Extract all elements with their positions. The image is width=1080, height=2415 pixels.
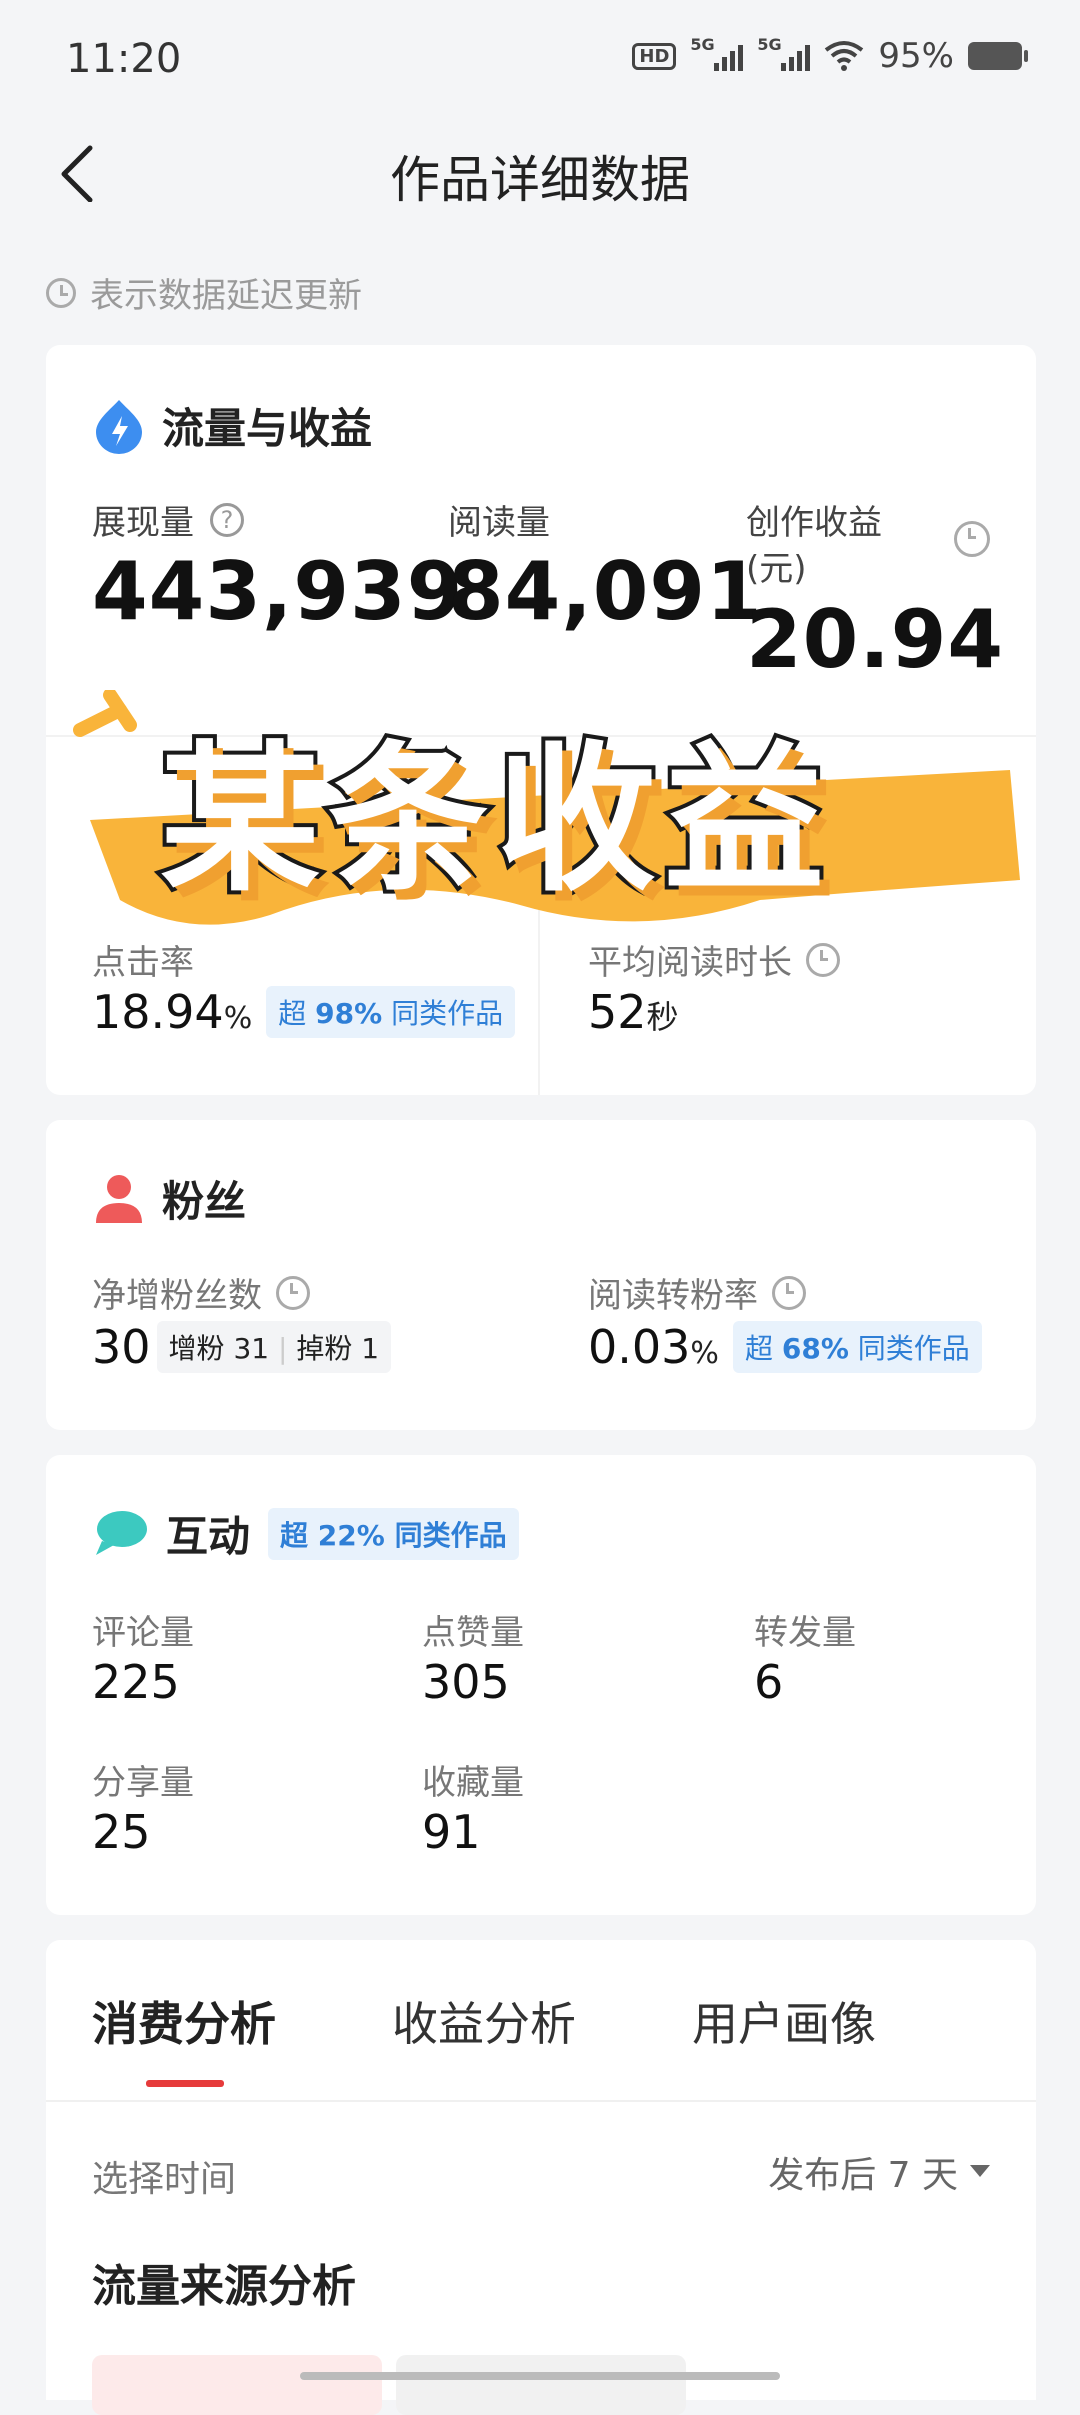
shares-value: 25 bbox=[92, 1805, 151, 1859]
lightning-icon bbox=[96, 399, 142, 454]
net-fans-label-row: 净增粉丝数 bbox=[92, 1268, 310, 1317]
impressions-label: 展现量 bbox=[92, 503, 194, 543]
delay-notice-text: 表示数据延迟更新 bbox=[90, 276, 362, 316]
comments-label: 评论量 bbox=[92, 1613, 194, 1653]
avg-read-row: 52秒 bbox=[588, 985, 679, 1039]
wifi-icon bbox=[825, 41, 864, 71]
time-dropdown-value: 发布后 7 天 bbox=[768, 2155, 958, 2196]
clock-icon bbox=[276, 1275, 310, 1310]
ctr-unit: % bbox=[223, 1001, 253, 1036]
active-tab-indicator bbox=[146, 2080, 224, 2087]
fans-title: 粉丝 bbox=[162, 1177, 247, 1226]
source-chip-2[interactable] bbox=[396, 2355, 686, 2415]
time-select-label: 选择时间 bbox=[92, 2159, 237, 2200]
caret-down-icon bbox=[970, 2165, 990, 2177]
avg-read-value: 52 bbox=[588, 985, 647, 1039]
clock-icon bbox=[46, 277, 76, 308]
conv-label-row: 阅读转粉率 bbox=[588, 1268, 806, 1317]
overlay-text: 某条收益 bbox=[156, 722, 833, 917]
ctr-row: 18.94% 超 98% 同类作品 bbox=[92, 985, 516, 1039]
net-fans-label: 净增粉丝数 bbox=[92, 1276, 262, 1316]
home-indicator[interactable] bbox=[300, 2372, 780, 2380]
fans-card: 粉丝 净增粉丝数 30 增粉 31 | 掉粉 1 阅读转粉率 0.03% 超 6… bbox=[46, 1120, 1036, 1430]
reposts-label: 转发量 bbox=[754, 1613, 856, 1653]
status-bar: 11:20 HD 5G 5G 95% bbox=[0, 0, 1080, 120]
comments-value: 225 bbox=[92, 1655, 180, 1709]
net-fans-value: 30 bbox=[92, 1320, 151, 1374]
traffic-header: 流量与收益 bbox=[94, 395, 372, 456]
reads-value: 84,091 bbox=[448, 545, 763, 638]
shares-label: 分享量 bbox=[92, 1763, 194, 1803]
help-icon[interactable]: ? bbox=[210, 502, 244, 537]
ctr-value: 18.94 bbox=[92, 985, 224, 1039]
impressions-label-row: 展现量 ? bbox=[92, 495, 244, 544]
interaction-header: 互动 超 22% 同类作品 bbox=[94, 1503, 519, 1564]
interaction-title: 互动 bbox=[166, 1512, 251, 1561]
hd-icon: HD bbox=[632, 42, 677, 70]
tab-earnings[interactable]: 收益分析 bbox=[392, 1988, 576, 2054]
impressions-value: 443,939 bbox=[92, 545, 464, 638]
source-chip-1[interactable] bbox=[92, 2355, 382, 2415]
earnings-unit: (元) bbox=[746, 549, 807, 589]
conv-value: 0.03 bbox=[588, 1320, 691, 1374]
interaction-card: 互动 超 22% 同类作品 评论量 225 点赞量 305 转发量 6 分享量 … bbox=[46, 1455, 1036, 1915]
analysis-card: 消费分析 收益分析 用户画像 选择时间 发布后 7 天 流量来源分析 bbox=[46, 1940, 1036, 2415]
conv-badge: 超 68% 同类作品 bbox=[732, 1321, 982, 1373]
person-icon bbox=[96, 1174, 142, 1223]
fans-header: 粉丝 bbox=[94, 1168, 246, 1229]
avg-read-unit: 秒 bbox=[646, 998, 679, 1036]
page-title: 作品详细数据 bbox=[390, 151, 690, 209]
tab-user-profile[interactable]: 用户画像 bbox=[692, 1988, 876, 2054]
battery-percent: 95% bbox=[878, 36, 954, 76]
reads-label: 阅读量 bbox=[448, 503, 550, 543]
conv-unit: % bbox=[690, 1336, 719, 1371]
conv-label: 阅读转粉率 bbox=[588, 1276, 758, 1316]
likes-value: 305 bbox=[422, 1655, 510, 1709]
favorites-label: 收藏量 bbox=[422, 1763, 524, 1803]
tab-consumption[interactable]: 消费分析 bbox=[92, 1988, 276, 2054]
signal-icon-2: 5G bbox=[757, 35, 811, 71]
signal-icon: 5G bbox=[690, 35, 744, 71]
chat-bubble-icon bbox=[96, 1510, 147, 1555]
favorites-value: 91 bbox=[422, 1805, 481, 1859]
traffic-title: 流量与收益 bbox=[162, 404, 373, 453]
battery-icon bbox=[968, 42, 1028, 70]
ctr-badge: 超 98% 同类作品 bbox=[266, 986, 516, 1038]
fans-detail: 增粉 31 | 掉粉 1 bbox=[156, 1321, 392, 1373]
overlay-sticker: 某条收益 bbox=[60, 690, 1020, 950]
analysis-tabs: 消费分析 收益分析 用户画像 bbox=[46, 1940, 1036, 2102]
likes-label: 点赞量 bbox=[422, 1613, 524, 1653]
earnings-value: 20.94 bbox=[746, 593, 1005, 686]
conv-row: 0.03% 超 68% 同类作品 bbox=[588, 1320, 982, 1374]
clock-icon bbox=[772, 1275, 806, 1310]
time-dropdown[interactable]: 发布后 7 天 bbox=[768, 2146, 990, 2198]
interaction-badge: 超 22% 同类作品 bbox=[268, 1507, 519, 1560]
nav-bar: 作品详细数据 bbox=[0, 120, 1080, 230]
delay-notice: 表示数据延迟更新 bbox=[46, 268, 362, 317]
net-fans-row: 30 增粉 31 | 掉粉 1 bbox=[92, 1320, 392, 1374]
clock-icon bbox=[954, 521, 990, 557]
earnings-label: 创作收益 bbox=[746, 503, 882, 543]
status-time: 11:20 bbox=[66, 36, 182, 82]
status-icons: HD 5G 5G 95% bbox=[632, 35, 1028, 76]
reposts-value: 6 bbox=[754, 1655, 784, 1709]
section-title: 流量来源分析 bbox=[92, 2261, 356, 2312]
